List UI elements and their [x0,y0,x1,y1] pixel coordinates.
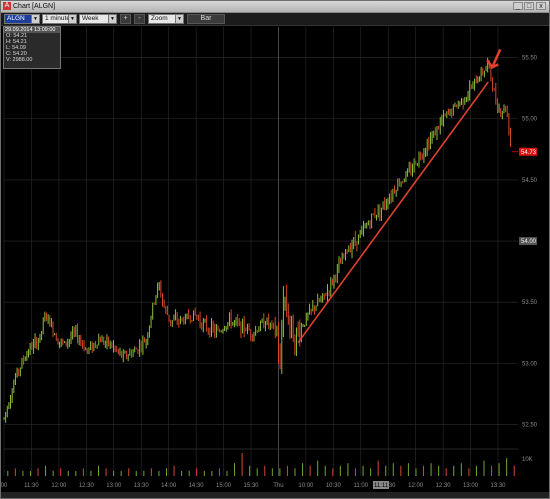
cursor-time-label: 11:11 [374,483,389,489]
y-tick-label: 52.50 [522,423,538,429]
chart-window: A Chart [ALGN] _ □ x ALGN ▼ 1 minute ▼ W… [0,0,550,499]
candles [3,57,512,423]
y-tick-label: 55.00 [522,117,538,123]
x-tick-label: 11:00 [353,483,368,489]
trend-line [297,81,489,344]
y-tick-label: 53.00 [522,361,538,367]
x-tick-label: 10:00 [298,483,314,489]
x-tick-label: 12:30 [79,483,95,489]
x-tick-label: 12:30 [436,483,452,489]
x-tick-label: 13:30 [490,483,506,489]
x-tick-label: 10:30 [326,483,342,489]
volume-axis-label: 10K [522,457,533,463]
y-tick-label: 53.50 [522,300,538,306]
x-tick-label: 13:00 [463,483,479,489]
level-label: 54.00 [521,239,537,245]
x-tick-label: Thu [273,483,283,489]
price-chart[interactable]: 52.50 53.00 53.50 54.00 54.50 55.00 55.50 00 11:… [1,1,549,498]
horizontal-scrollbar[interactable] [1,492,549,498]
x-tick-label: 13:00 [106,483,122,489]
x-tick-label: 12:00 [408,483,424,489]
x-tick-label: 15:30 [243,483,259,489]
x-tick-label: 14:00 [161,483,177,489]
x-tick-label: 12:00 [51,483,67,489]
last-price-label: 54.73 [521,150,537,156]
y-tick-label: 55.50 [522,56,538,62]
x-tick-label: 13:30 [134,483,150,489]
ohlc-info-panel: 29.09.2014 13:09:00 O: 54.21 H: 54.21 L:… [3,26,61,69]
ohlc-volume: V: 2988.00 [6,57,33,63]
x-tick-label: 14:30 [189,483,205,489]
x-tick-label: 00 [1,483,8,489]
x-tick-label: 15:00 [216,483,232,489]
y-tick-label: 54.50 [522,178,538,184]
x-tick-label: 11:30 [24,483,39,489]
